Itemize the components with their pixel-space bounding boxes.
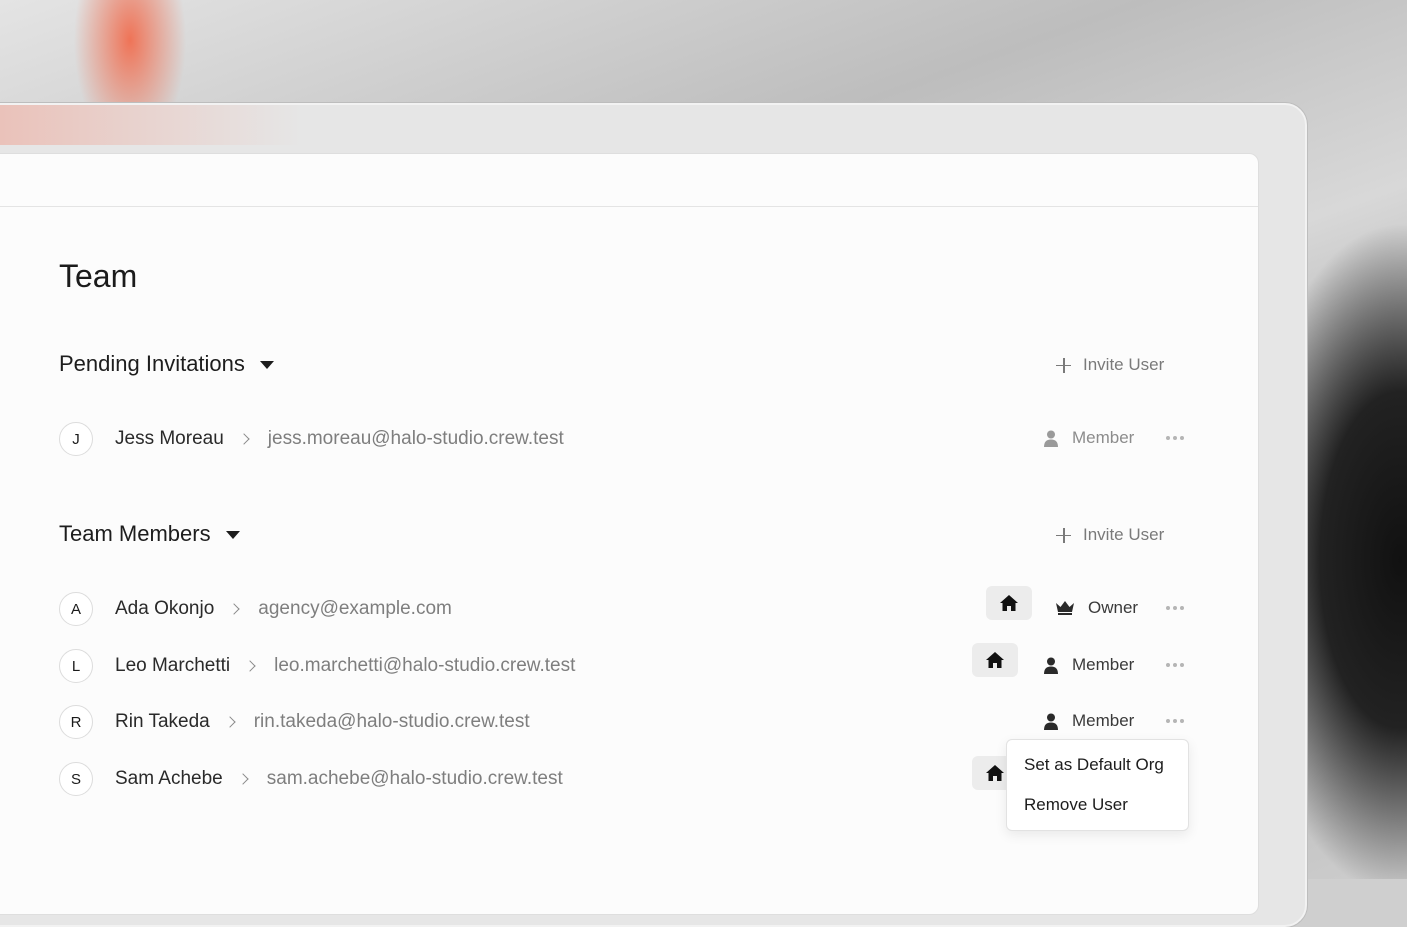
frame-tint bbox=[0, 105, 302, 145]
member-email: rin.takeda@halo-studio.crew.test bbox=[253, 711, 530, 732]
role-selector[interactable]: Member bbox=[1044, 428, 1134, 448]
crown-icon bbox=[1056, 601, 1074, 615]
chevron-right-icon bbox=[237, 773, 249, 785]
home-icon bbox=[1000, 595, 1018, 611]
member-row: R Rin Takeda rin.takeda@halo-studio.crew… bbox=[59, 705, 1199, 739]
pending-row: J Jess Moreau jess.moreau@halo-studio.cr… bbox=[59, 422, 1199, 456]
role-label: Member bbox=[1072, 655, 1135, 674]
member-email: agency@example.com bbox=[258, 598, 452, 619]
more-options-icon[interactable] bbox=[1166, 719, 1184, 723]
menu-item-remove-user[interactable]: Remove User bbox=[1024, 795, 1128, 815]
page-title: Team bbox=[59, 258, 138, 294]
pending-invitations-title: Pending Invitations bbox=[59, 351, 245, 376]
person-icon bbox=[1044, 430, 1058, 447]
home-icon bbox=[986, 652, 1004, 668]
avatar: A bbox=[59, 592, 93, 626]
home-icon bbox=[986, 765, 1004, 781]
team-members-toggle[interactable]: Team Members bbox=[59, 521, 240, 547]
avatar: R bbox=[59, 705, 93, 739]
chevron-right-icon bbox=[244, 660, 256, 672]
role-label: Member bbox=[1072, 428, 1135, 447]
avatar: J bbox=[59, 422, 93, 456]
invite-user-button-members[interactable]: Invite User bbox=[1056, 525, 1164, 545]
default-org-button[interactable] bbox=[972, 643, 1018, 677]
member-email: leo.marchetti@halo-studio.crew.test bbox=[274, 655, 576, 676]
member-name: Jess Moreau bbox=[115, 428, 224, 449]
more-options-icon[interactable] bbox=[1166, 606, 1184, 610]
caret-down-icon bbox=[225, 531, 240, 539]
team-members-title: Team Members bbox=[59, 521, 211, 546]
member-name: Rin Takeda bbox=[115, 711, 210, 732]
chevron-right-icon bbox=[228, 603, 240, 615]
invite-user-button-pending[interactable]: Invite User bbox=[1056, 355, 1164, 375]
member-row: L Leo Marchetti leo.marchetti@halo-studi… bbox=[59, 643, 1199, 683]
role-selector[interactable]: Member bbox=[1044, 655, 1134, 675]
role-label: Owner bbox=[1088, 598, 1139, 617]
person-icon bbox=[1044, 713, 1058, 730]
role-selector[interactable]: Owner bbox=[1056, 598, 1138, 618]
chevron-right-icon bbox=[224, 716, 236, 728]
plus-icon bbox=[1056, 357, 1071, 373]
caret-down-icon bbox=[259, 361, 274, 369]
member-email: jess.moreau@halo-studio.crew.test bbox=[267, 428, 564, 449]
avatar: S bbox=[59, 762, 93, 796]
more-options-icon[interactable] bbox=[1166, 663, 1184, 667]
chevron-right-icon bbox=[238, 433, 250, 445]
role-label: Member bbox=[1072, 711, 1135, 730]
person-icon bbox=[1044, 657, 1058, 674]
invite-user-label: Invite User bbox=[1083, 525, 1165, 544]
more-options-icon[interactable] bbox=[1166, 436, 1184, 440]
member-email: sam.achebe@halo-studio.crew.test bbox=[266, 768, 563, 789]
member-row: A Ada Okonjo agency@example.com Owner bbox=[59, 586, 1199, 626]
member-name: Ada Okonjo bbox=[115, 598, 215, 619]
member-name: Sam Achebe bbox=[115, 768, 223, 789]
top-bar bbox=[0, 154, 1258, 207]
member-name: Leo Marchetti bbox=[115, 655, 231, 676]
row-context-menu: Set as Default Org Remove User bbox=[1006, 739, 1189, 831]
invite-user-label: Invite User bbox=[1083, 355, 1165, 374]
default-org-button[interactable] bbox=[986, 586, 1032, 620]
avatar: L bbox=[59, 649, 93, 683]
role-selector[interactable]: Member bbox=[1044, 711, 1134, 731]
pending-invitations-toggle[interactable]: Pending Invitations bbox=[59, 351, 274, 377]
plus-icon bbox=[1056, 527, 1071, 543]
menu-item-set-default-org[interactable]: Set as Default Org bbox=[1024, 755, 1164, 775]
